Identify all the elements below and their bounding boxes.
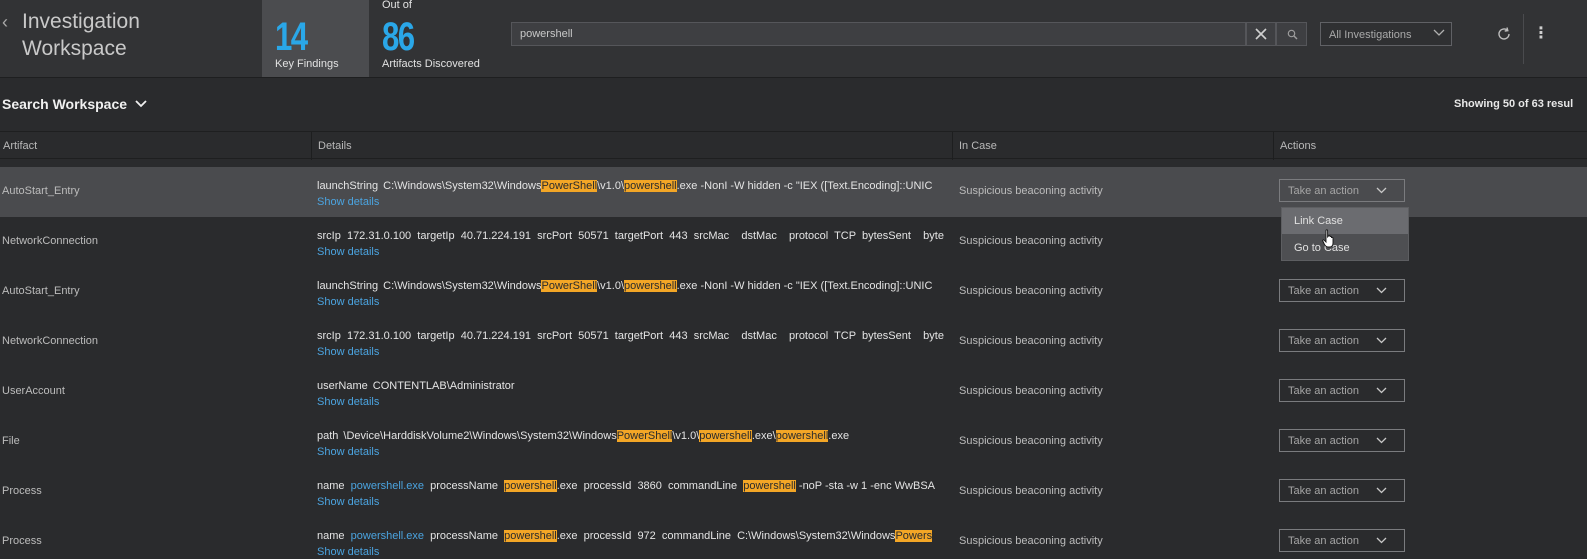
artifact-type: NetworkConnection <box>2 235 98 247</box>
take-action-select[interactable]: Take an action <box>1279 179 1405 202</box>
artifacts-prefix: Out of <box>382 0 412 11</box>
show-details-link[interactable]: Show details <box>317 546 379 558</box>
process-name-link[interactable]: powershell.exe <box>351 480 424 492</box>
column-header-actions[interactable]: Actions <box>1273 132 1587 160</box>
artifacts-count: 86 <box>382 15 415 59</box>
chevron-down-icon <box>1376 187 1387 194</box>
show-details-link[interactable]: Show details <box>317 496 379 508</box>
artifact-details: srcIp 172.31.0.100 targetIp 40.71.224.19… <box>317 230 944 242</box>
more-options-icon[interactable]: ⋮ <box>1533 26 1549 42</box>
artifact-type: Process <box>2 535 42 547</box>
menu-item-link-case[interactable]: Link Case <box>1282 208 1408 234</box>
table-row[interactable]: File path \Device\HarddiskVolume2\Windows… <box>0 417 1587 467</box>
hand-cursor-icon <box>1322 229 1334 248</box>
artifact-details: launchString C:\Windows\System32\WindowsP… <box>317 280 933 292</box>
close-icon <box>1255 28 1267 40</box>
search-button[interactable] <box>1276 22 1307 46</box>
take-action-select[interactable]: Take an action <box>1279 529 1405 552</box>
show-details-link[interactable]: Show details <box>317 296 379 308</box>
artifact-type: UserAccount <box>2 385 65 397</box>
search-workspace-bar: Search Workspace Showing 50 of 63 resul <box>0 79 1587 131</box>
take-action-select[interactable]: Take an action <box>1279 279 1405 302</box>
column-header-artifact[interactable]: Artifact <box>0 132 310 160</box>
search-workspace-title[interactable]: Search Workspace <box>2 96 127 112</box>
table-row[interactable]: Process name powershell.exe processName … <box>0 517 1587 559</box>
show-details-link[interactable]: Show details <box>317 396 379 408</box>
in-case-name: Suspicious beaconing activity <box>959 435 1103 447</box>
key-findings-tile[interactable]: 14 Key Findings <box>262 0 369 77</box>
in-case-name: Suspicious beaconing activity <box>959 185 1103 197</box>
scope-selected-value: All Investigations <box>1329 29 1412 41</box>
search-input[interactable]: powershell <box>511 22 1246 46</box>
artifact-details: launchString C:\Windows\System32\WindowsP… <box>317 180 933 192</box>
show-details-link[interactable]: Show details <box>317 446 379 458</box>
take-action-select[interactable]: Take an action <box>1279 429 1405 452</box>
table-row[interactable]: UserAccount userName CONTENTLAB\Administr… <box>0 367 1587 417</box>
take-action-select[interactable]: Take an action <box>1279 329 1405 352</box>
take-action-select[interactable]: Take an action <box>1279 479 1405 502</box>
chevron-down-icon <box>1376 487 1387 494</box>
investigation-scope-select[interactable]: All Investigations <box>1320 22 1452 46</box>
show-details-link[interactable]: Show details <box>317 196 379 208</box>
artifact-details: name powershell.exe processName powershe… <box>317 530 933 542</box>
in-case-name: Suspicious beaconing activity <box>959 235 1103 247</box>
artifact-details: name powershell.exe processName powershe… <box>317 480 936 492</box>
clear-search-button[interactable] <box>1246 22 1276 46</box>
key-findings-label: Key Findings <box>275 58 339 70</box>
table-row[interactable]: AutoStart_Entry launchString C:\Windows\S… <box>0 267 1587 317</box>
menu-item-go-to-case[interactable]: Go to Case <box>1282 235 1408 261</box>
artifact-type: AutoStart_Entry <box>2 185 80 197</box>
results-count: Showing 50 of 63 resul <box>1454 98 1574 110</box>
artifact-type: AutoStart_Entry <box>2 285 80 297</box>
column-header-in-case[interactable]: In Case <box>952 132 1272 160</box>
artifacts-label: Artifacts Discovered <box>382 58 480 70</box>
artifact-details: userName CONTENTLAB\Administrator <box>317 380 515 392</box>
take-action-select[interactable]: Take an action <box>1279 379 1405 402</box>
in-case-name: Suspicious beaconing activity <box>959 335 1103 347</box>
show-details-link[interactable]: Show details <box>317 346 379 358</box>
in-case-name: Suspicious beaconing activity <box>959 485 1103 497</box>
table-row[interactable]: NetworkConnection srcIp 172.31.0.100 tar… <box>0 317 1587 367</box>
table-header: Artifact Details In Case Actions <box>0 131 1587 160</box>
chevron-down-icon <box>1376 337 1387 344</box>
column-header-details[interactable]: Details <box>311 132 951 160</box>
process-name-link[interactable]: powershell.exe <box>351 530 424 542</box>
in-case-name: Suspicious beaconing activity <box>959 535 1103 547</box>
refresh-icon[interactable] <box>1496 26 1512 42</box>
artifact-details: path \Device\HarddiskVolume2\Windows\Syst… <box>317 430 850 442</box>
chevron-down-icon <box>1376 387 1387 394</box>
chevron-down-icon <box>1376 537 1387 544</box>
action-dropdown-menu: Link Case Go to Case <box>1281 207 1409 261</box>
chevron-down-icon <box>1433 29 1445 36</box>
chevron-down-icon[interactable] <box>133 96 149 112</box>
back-chevron-icon[interactable]: ‹ <box>2 13 14 31</box>
artifact-type: NetworkConnection <box>2 335 98 347</box>
key-findings-count: 14 <box>275 15 308 59</box>
top-header: ‹ Investigation Workspace 14 Key Finding… <box>0 0 1587 78</box>
chevron-down-icon <box>1376 287 1387 294</box>
table-row[interactable]: Process name powershell.exe processName … <box>0 467 1587 517</box>
artifact-details: srcIp 172.31.0.100 targetIp 40.71.224.19… <box>317 330 944 342</box>
page-title: Investigation Workspace <box>22 10 140 60</box>
artifact-type: Process <box>2 485 42 497</box>
in-case-name: Suspicious beaconing activity <box>959 385 1103 397</box>
in-case-name: Suspicious beaconing activity <box>959 285 1103 297</box>
header-divider <box>1523 14 1524 64</box>
chevron-down-icon <box>1376 437 1387 444</box>
show-details-link[interactable]: Show details <box>317 246 379 258</box>
search-icon <box>1287 29 1298 40</box>
artifact-type: File <box>2 435 20 447</box>
